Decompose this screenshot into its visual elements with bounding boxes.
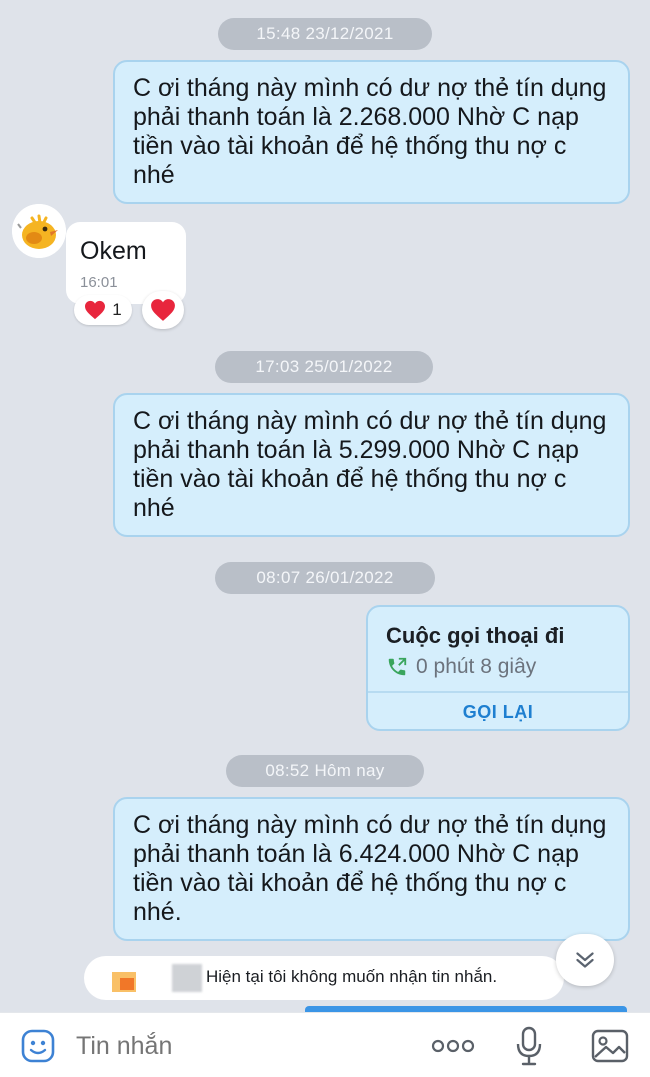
react-heart-button[interactable]: [142, 291, 184, 329]
call-duration-text: 0 phút 8 giây: [416, 655, 537, 678]
emoji-icon[interactable]: [20, 1028, 56, 1064]
heart-icon: [85, 300, 106, 320]
notice-text: Hiện tại tôi không muốn nhận tin nhắn.: [206, 967, 498, 986]
heart-icon: [151, 299, 175, 321]
reaction-count-badge[interactable]: 1: [74, 295, 132, 325]
timestamp-divider: 08:07 26/01/2022: [215, 562, 435, 594]
message-time: 16:01: [80, 274, 118, 291]
outgoing-call-icon: [388, 657, 407, 676]
avatar[interactable]: [12, 204, 66, 258]
outgoing-message[interactable]: C ơi tháng này mình có dư nợ thẻ tín dụn…: [113, 60, 630, 204]
voice-call-card[interactable]: Cuộc gọi thoại đi 0 phút 8 giây GỌI LẠI: [366, 605, 630, 731]
call-duration: 0 phút 8 giây: [386, 655, 536, 679]
sender-avatar-icon: [112, 972, 136, 992]
more-icon[interactable]: [430, 1031, 476, 1061]
call-back-button[interactable]: GỌI LẠI: [368, 693, 628, 729]
reaction-count: 1: [112, 300, 122, 319]
timestamp-divider: 08:52 Hôm nay: [226, 755, 424, 787]
status-notice: Hiện tại tôi không muốn nhận tin nhắn.: [84, 956, 564, 1000]
chat-area[interactable]: 15:48 23/12/2021 C ơi tháng này mình có …: [0, 0, 650, 1010]
outgoing-message[interactable]: C ơi tháng này mình có dư nợ thẻ tín dụn…: [113, 393, 630, 537]
chevron-double-down-icon: [576, 952, 594, 968]
outgoing-message[interactable]: C ơi tháng này mình có dư nợ thẻ tín dụn…: [113, 797, 630, 941]
message-text: Okem: [80, 237, 147, 265]
timestamp-divider: 17:03 25/01/2022: [215, 351, 433, 383]
timestamp-divider: 15:48 23/12/2021: [218, 18, 432, 50]
message-input[interactable]: [76, 1027, 376, 1065]
message-composer: [0, 1012, 650, 1077]
blurred-name: [172, 964, 202, 992]
microphone-icon[interactable]: [514, 1025, 544, 1067]
avatar-bird-icon: [12, 204, 66, 258]
scroll-to-bottom-button[interactable]: [556, 934, 614, 986]
gallery-icon[interactable]: [590, 1028, 630, 1064]
call-title: Cuộc gọi thoại đi: [386, 623, 565, 648]
